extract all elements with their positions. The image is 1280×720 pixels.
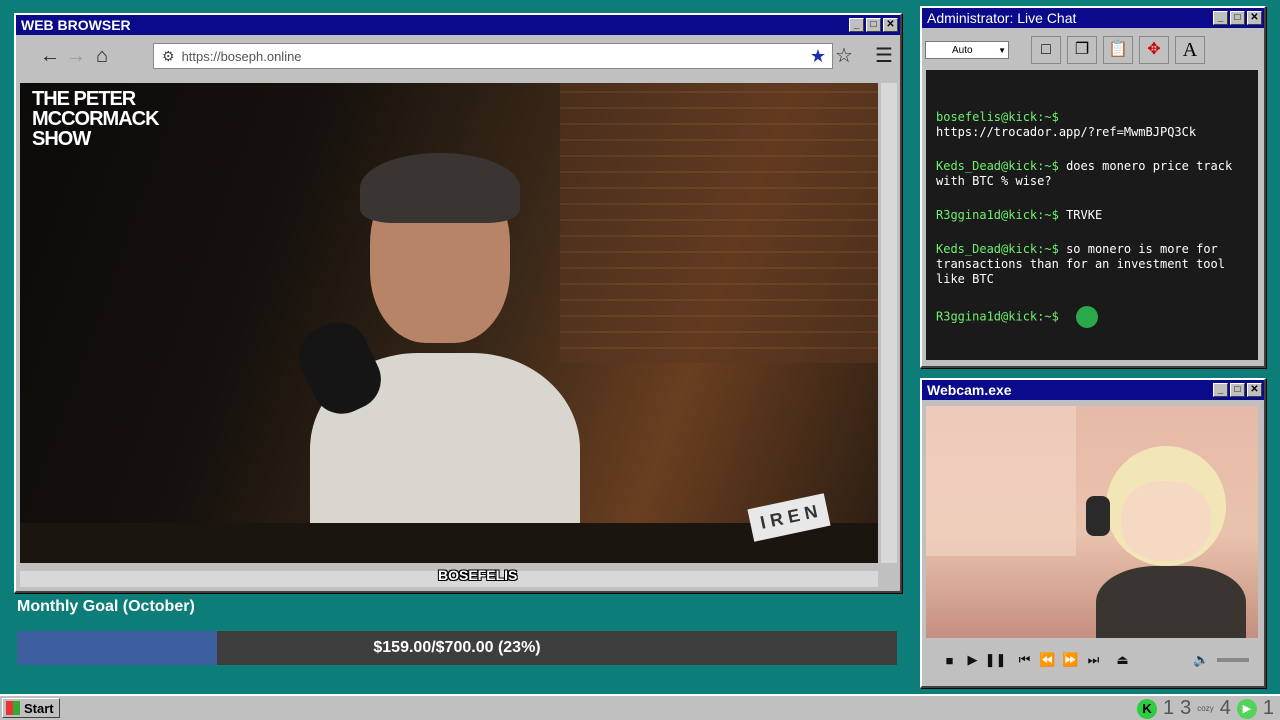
chat-title: Administrator: Live Chat [927,10,1077,26]
maximize-button[interactable]: □ [1230,383,1245,397]
chat-username: R3ggina1d@kick:~$ [936,309,1059,324]
webcam-feed [926,406,1258,638]
desk [20,523,878,563]
tray-number: 3 [1180,697,1192,719]
volume-icon[interactable]: 🔈 [1190,652,1213,668]
close-button[interactable]: ✕ [883,18,898,32]
start-button[interactable]: Start [2,698,60,718]
bookmark-star-icon[interactable]: ★ [810,46,826,67]
avatar [1086,436,1256,638]
emote-icon [1076,306,1099,328]
minimize-button[interactable]: _ [1213,11,1228,25]
chat-message: R3ggina1d@kick:~$ TRVKE [926,208,1258,223]
chat-message: Keds_Dead@kick:~$ does monero price trac… [926,159,1258,189]
globe-icon: ⚙ [162,47,175,64]
copy-icon[interactable]: ❐ [1067,36,1097,64]
font-icon[interactable]: A [1175,36,1205,64]
goal-progress-bar: $159.00/$700.00 (23%) [17,631,897,665]
brick-wall [560,83,878,363]
goal-title: Monthly Goal (October) [17,598,195,615]
menu-icon[interactable]: ☰ [871,43,897,69]
forward-icon[interactable]: → [63,43,89,69]
close-button[interactable]: ✕ [1247,383,1262,397]
font-select[interactable]: Auto ▼ [925,41,1009,59]
chat-username: R3ggina1d@kick:~$ [936,208,1059,222]
webcam-titlebar[interactable]: Webcam.exe _ □ ✕ [922,380,1264,400]
chat-message: bosefelis@kick:~$ https://trocador.app/?… [926,110,1258,140]
chat-titlebar[interactable]: Administrator: Live Chat _ □ ✕ [922,8,1264,28]
chat-username: Keds_Dead@kick:~$ [936,159,1059,173]
chat-message: Keds_Dead@kick:~$ so monero is more for … [926,242,1258,287]
favorite-icon[interactable]: ☆ [831,43,857,69]
font-select-value: Auto [952,45,973,56]
select-icon[interactable]: □ [1031,36,1061,64]
back-icon[interactable]: ← [37,43,63,69]
fast-forward-icon[interactable]: ⏩ [1059,652,1082,668]
tray-number: 1 [1262,697,1274,719]
show-logo: THE PETER MCCORMACK SHOW [32,88,160,150]
paste-icon[interactable]: 📋 [1103,36,1133,64]
video-caption: BOSEFELIS [438,567,518,583]
address-bar[interactable]: ⚙ ★ [153,43,833,69]
browser-title: WEB BROWSER [21,17,131,33]
chat-log[interactable]: bosefelis@kick:~$ https://trocador.app/?… [926,70,1258,360]
next-icon[interactable]: ⏭ [1082,652,1105,668]
tray-number: 4 [1219,697,1231,719]
chat-text: https://trocador.app/?ref=MwmBJPQ3Ck [936,125,1197,139]
kick-icon[interactable]: K [1137,698,1158,719]
chat-username: bosefelis@kick:~$ [936,110,1059,124]
volume-slider[interactable] [1217,658,1249,662]
start-label: Start [24,700,54,716]
browser-titlebar[interactable]: WEB BROWSER _ □ ✕ [16,15,900,35]
maximize-button[interactable]: □ [866,18,881,32]
system-tray: K 1 3 cozy 4 ▶ 1 [1137,697,1274,720]
chat-message: R3ggina1d@kick:~$ [926,306,1258,328]
chevron-down-icon: ▼ [998,46,1006,55]
move-icon[interactable]: ✥ [1139,36,1169,64]
maximize-button[interactable]: □ [1230,11,1245,25]
windows-logo-icon [6,701,20,715]
chat-toolbar: Auto ▼ □ ❐ 📋 ✥ A [925,32,1261,68]
chat-text: TRVKE [1066,208,1103,222]
media-controls: ■ ▶ ❚❚ ⏮ ⏪ ⏩ ⏭ ⏏ 🔈 [926,646,1258,674]
eject-icon[interactable]: ⏏ [1111,652,1134,668]
taskbar: Start K 1 3 cozy 4 ▶ 1 [0,694,1280,720]
browser-window: WEB BROWSER _ □ ✕ ← → ⌂ ⚙ ★ ☆ ☰ THE PETE… [14,13,902,593]
browser-navbar: ← → ⌂ ⚙ ★ ☆ ☰ [19,39,897,73]
rewind-icon[interactable]: ⏪ [1036,652,1059,668]
vertical-scrollbar[interactable] [881,83,897,563]
horizontal-scrollbar[interactable]: BOSEFELIS [20,567,878,587]
webcam-title: Webcam.exe [927,382,1012,398]
play-icon[interactable]: ▶ [1236,698,1257,719]
minimize-button[interactable]: _ [849,18,864,32]
room-background [926,406,1076,556]
goal-progress-text: $159.00/$700.00 (23%) [373,639,541,656]
chat-username: Keds_Dead@kick:~$ [936,242,1059,256]
tray-label: cozy [1197,704,1214,713]
chat-window: Administrator: Live Chat _ □ ✕ Auto ▼ □ … [920,6,1266,368]
webcam-window: Webcam.exe _ □ ✕ ■ ▶ ❚❚ ⏮ ⏪ ⏩ ⏭ ⏏ 🔈 [920,378,1266,688]
video-player[interactable]: THE PETER MCCORMACK SHOW I R E N [20,83,878,563]
minimize-button[interactable]: _ [1213,383,1228,397]
play-icon[interactable]: ▶ [961,652,984,668]
close-button[interactable]: ✕ [1247,11,1262,25]
previous-icon[interactable]: ⏮ [1013,652,1036,668]
home-icon[interactable]: ⌂ [89,43,115,69]
stop-icon[interactable]: ■ [938,653,961,668]
pause-icon[interactable]: ❚❚ [984,652,1007,668]
url-input[interactable] [179,47,810,65]
tray-number: 1 [1163,697,1175,719]
